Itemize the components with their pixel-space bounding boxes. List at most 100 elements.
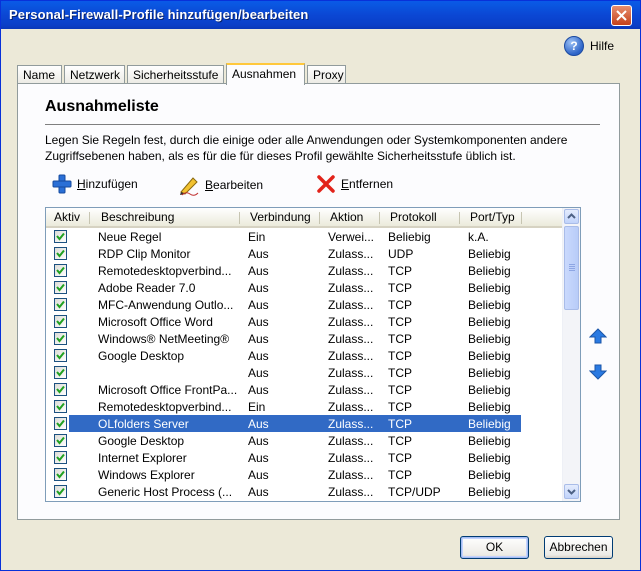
close-button[interactable] [611, 5, 632, 26]
column-header-active[interactable]: Aktiv [54, 210, 80, 224]
active-checkbox[interactable] [54, 230, 67, 243]
title-bar[interactable]: Personal-Firewall-Profile hinzufügen/bea… [1, 1, 640, 29]
table-row[interactable]: Windows® NetMeeting® Aus Zulass... TCP Belie… [46, 330, 562, 347]
close-icon [616, 10, 627, 21]
arrow-down-icon [588, 364, 608, 380]
checkmark-icon [56, 453, 65, 462]
port-cell: Beliebig [468, 264, 511, 278]
protocol-cell: TCP [388, 298, 412, 312]
protocol-cell: TCP [388, 281, 412, 295]
table-row[interactable]: Google Desktop Aus Zulass... TCP Beliebig [46, 432, 562, 449]
description-cell: Google Desktop [98, 434, 185, 448]
description-cell: Remotedesktopverbind... [98, 400, 232, 414]
table-row[interactable]: Google Desktop Aus Zulass... TCP Beliebig [46, 347, 562, 364]
port-cell: Beliebig [468, 400, 511, 414]
connection-cell: Ein [248, 400, 266, 414]
ok-button[interactable]: OK [460, 536, 529, 559]
description-cell: Internet Explorer [98, 451, 187, 465]
checkmark-icon [56, 419, 65, 428]
list-header: Aktiv Beschreibung Verbindung Aktion Pro… [46, 208, 562, 228]
column-divider[interactable] [239, 212, 240, 224]
exceptions-list[interactable]: Aktiv Beschreibung Verbindung Aktion Pro… [45, 207, 581, 502]
protocol-cell: UDP [388, 247, 414, 261]
scroll-thumb[interactable] [564, 226, 579, 310]
table-row[interactable]: Microsoft Office FrontPa... Aus Zulass... T… [46, 381, 562, 398]
edit-button[interactable]: Bearbeiten [178, 174, 263, 196]
active-checkbox[interactable] [54, 281, 67, 294]
action-cell: Verwei... [328, 230, 375, 244]
active-checkbox[interactable] [54, 247, 67, 260]
column-header-protocol[interactable]: Protokoll [390, 210, 437, 224]
table-row[interactable]: Aus Zulass... TCP Beliebig [46, 364, 562, 381]
tab-name[interactable]: Name [17, 65, 62, 83]
move-down-button[interactable] [588, 364, 608, 383]
description-cell: OLfolders Server [98, 417, 189, 431]
table-row[interactable]: Windows Explorer Aus Zulass... TCP Beliebig [46, 466, 562, 483]
active-checkbox[interactable] [54, 468, 67, 481]
active-checkbox[interactable] [54, 315, 67, 328]
pencil-icon [180, 177, 199, 196]
table-row[interactable]: MFC-Anwendung Outlo... Aus Zulass... TCP Bel… [46, 296, 562, 313]
action-cell: Zulass... [328, 349, 374, 363]
table-row[interactable]: OLfolders Server Aus Zulass... TCP Beliebig [46, 415, 562, 432]
tab-proxy[interactable]: Proxy [307, 65, 346, 83]
checkmark-icon [56, 266, 65, 275]
scroll-up-button[interactable] [564, 209, 579, 224]
column-divider[interactable] [89, 212, 90, 224]
checkmark-icon [56, 436, 65, 445]
column-divider[interactable] [459, 212, 460, 224]
table-row[interactable]: Generic Host Process (... Aus Zulass... TCP… [46, 483, 562, 500]
table-row[interactable]: Microsoft Office Word Aus Zulass... TCP Beli… [46, 313, 562, 330]
tab-network[interactable]: Netzwerk [64, 65, 125, 83]
remove-label: Entfernen [341, 177, 394, 191]
tab-security-level[interactable]: Sicherheitsstufe [127, 65, 224, 83]
help-link[interactable]: ? Hilfe [563, 36, 614, 56]
active-checkbox[interactable] [54, 400, 67, 413]
active-checkbox[interactable] [54, 264, 67, 277]
active-checkbox[interactable] [54, 366, 67, 379]
scroll-down-button[interactable] [564, 484, 579, 499]
connection-cell: Aus [248, 383, 269, 397]
description-cell: Windows® NetMeeting® [98, 332, 230, 346]
checkmark-icon [56, 368, 65, 377]
table-row[interactable]: Neue Regel Ein Verwei... Beliebig k.A. [46, 228, 562, 245]
remove-button[interactable]: Entfernen [316, 174, 393, 194]
table-row[interactable]: Adobe Reader 7.0 Aus Zulass... TCP Beliebig [46, 279, 562, 296]
column-divider[interactable] [319, 212, 320, 224]
checkmark-icon [56, 385, 65, 394]
active-checkbox[interactable] [54, 298, 67, 311]
connection-cell: Aus [248, 451, 269, 465]
table-row[interactable]: Remotedesktopverbind... Ein Zulass... TCP Be… [46, 398, 562, 415]
protocol-cell: TCP [388, 366, 412, 380]
protocol-cell: TCP [388, 315, 412, 329]
cancel-button[interactable]: Abbrechen [544, 536, 613, 559]
column-header-connection[interactable]: Verbindung [250, 210, 311, 224]
port-cell: Beliebig [468, 485, 511, 499]
description-cell: Microsoft Office FrontPa... [98, 383, 238, 397]
table-row[interactable]: Remotedesktopverbind... Aus Zulass... TCP Be… [46, 262, 562, 279]
tab-exceptions[interactable]: Ausnahmen [226, 63, 305, 85]
column-divider[interactable] [379, 212, 380, 224]
checkmark-icon [56, 487, 65, 496]
table-row[interactable]: Internet Explorer Aus Zulass... TCP Beliebig [46, 449, 562, 466]
table-row[interactable]: RDP Clip Monitor Aus Zulass... UDP Beliebig [46, 245, 562, 262]
add-button[interactable]: Hinzufügen [52, 174, 138, 194]
column-header-description[interactable]: Beschreibung [101, 210, 174, 224]
active-checkbox[interactable] [54, 383, 67, 396]
active-checkbox[interactable] [54, 417, 67, 430]
active-checkbox[interactable] [54, 434, 67, 447]
vertical-scrollbar[interactable] [562, 208, 580, 501]
column-header-action[interactable]: Aktion [330, 210, 363, 224]
action-cell: Zulass... [328, 315, 374, 329]
protocol-cell: TCP [388, 451, 412, 465]
active-checkbox[interactable] [54, 485, 67, 498]
move-up-button[interactable] [588, 328, 608, 347]
help-label: Hilfe [589, 39, 614, 53]
column-header-port[interactable]: Port/Typ [470, 210, 515, 224]
active-checkbox[interactable] [54, 451, 67, 464]
protocol-cell: TCP [388, 383, 412, 397]
connection-cell: Aus [248, 468, 269, 482]
column-divider[interactable] [521, 212, 522, 224]
active-checkbox[interactable] [54, 349, 67, 362]
active-checkbox[interactable] [54, 332, 67, 345]
